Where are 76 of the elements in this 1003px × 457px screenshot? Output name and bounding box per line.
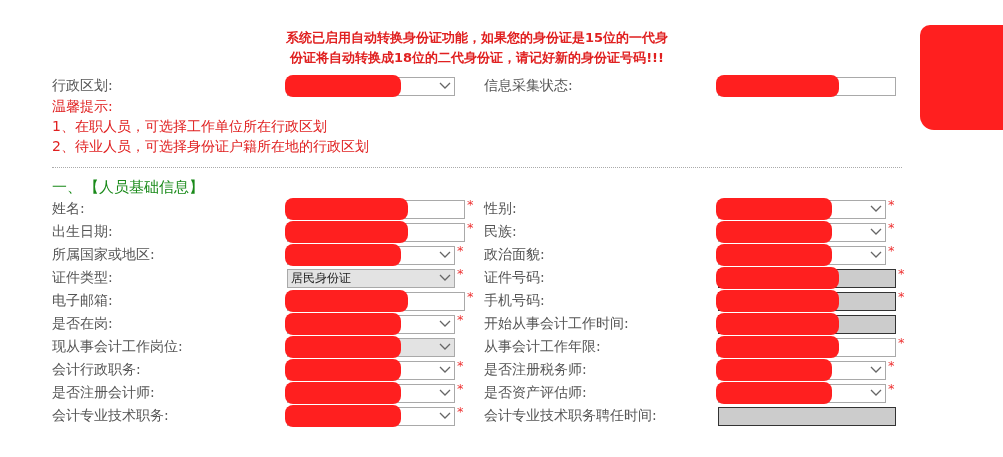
field-label: 信息采集状态: bbox=[484, 77, 574, 95]
field-label: 是否注册会计师: bbox=[52, 384, 156, 402]
chevron-down-icon bbox=[870, 366, 882, 374]
input-field[interactable] bbox=[287, 199, 465, 219]
required-asterisk: * bbox=[457, 245, 464, 257]
field-label: 所属国家或地区: bbox=[52, 246, 156, 264]
required-asterisk: * bbox=[888, 199, 895, 211]
chevron-down-icon bbox=[439, 412, 451, 420]
input-field[interactable] bbox=[287, 291, 465, 311]
dropdown-field[interactable] bbox=[287, 383, 455, 403]
field-label: 性别: bbox=[484, 200, 518, 218]
required-asterisk: * bbox=[457, 406, 464, 418]
chevron-down-icon bbox=[439, 343, 451, 351]
chevron-down-icon bbox=[439, 82, 451, 90]
dropdown-field[interactable] bbox=[287, 314, 455, 334]
dropdown-field[interactable] bbox=[287, 76, 455, 96]
field-label: 证件类型: bbox=[52, 269, 114, 287]
tips-title: 温馨提示: bbox=[52, 97, 113, 116]
field-label: 证件号码: bbox=[484, 269, 546, 287]
required-asterisk: * bbox=[898, 337, 905, 349]
required-asterisk: * bbox=[888, 360, 895, 372]
field-value: 居民身份证 bbox=[291, 269, 352, 287]
field-label: 是否在岗: bbox=[52, 315, 114, 333]
field-label: 会计行政职务: bbox=[52, 361, 142, 379]
input-field[interactable] bbox=[718, 76, 896, 96]
required-asterisk: * bbox=[888, 383, 895, 395]
field-label: 政治面貌: bbox=[484, 246, 546, 264]
dropdown-field[interactable] bbox=[718, 360, 886, 380]
input-field[interactable] bbox=[718, 337, 896, 357]
chevron-down-icon bbox=[870, 251, 882, 259]
required-asterisk: * bbox=[898, 291, 905, 303]
field-label: 民族: bbox=[484, 223, 518, 241]
tip-text: 1、在职人员，可选择工作单位所在行政区划 bbox=[52, 117, 327, 136]
chevron-down-icon bbox=[870, 205, 882, 213]
field-label: 手机号码: bbox=[484, 292, 546, 310]
dropdown-field[interactable] bbox=[718, 245, 886, 265]
dropdown-field[interactable] bbox=[718, 383, 886, 403]
input-field[interactable] bbox=[287, 222, 465, 242]
field-label: 开始从事会计工作时间: bbox=[484, 315, 630, 333]
field-label: 电子邮箱: bbox=[52, 292, 114, 310]
chevron-down-icon bbox=[870, 228, 882, 236]
field-label: 行政区划: bbox=[52, 77, 114, 95]
dropdown-field[interactable] bbox=[287, 245, 455, 265]
chevron-down-icon bbox=[439, 320, 451, 328]
required-asterisk: * bbox=[467, 222, 474, 234]
field-label: 是否注册税务师: bbox=[484, 361, 588, 379]
field-label: 从事会计工作年限: bbox=[484, 338, 602, 356]
required-asterisk: * bbox=[888, 245, 895, 257]
dropdown-field[interactable] bbox=[718, 199, 886, 219]
required-asterisk: * bbox=[898, 268, 905, 280]
required-asterisk: * bbox=[888, 222, 895, 234]
chevron-down-icon bbox=[439, 389, 451, 397]
field-label: 现从事会计工作岗位: bbox=[52, 338, 184, 356]
required-asterisk: * bbox=[457, 314, 464, 326]
dropdown-field[interactable] bbox=[287, 360, 455, 380]
required-asterisk: * bbox=[467, 199, 474, 211]
tip-text: 2、待业人员，可选择身份证户籍所在地的行政区划 bbox=[52, 137, 369, 156]
field-label: 出生日期: bbox=[52, 223, 114, 241]
chevron-down-icon bbox=[870, 389, 882, 397]
notice-text: 份证将自动转换成18位的二代身份证，请记好新的身份证号码!!! bbox=[290, 49, 664, 67]
required-asterisk: * bbox=[467, 291, 474, 303]
chevron-down-icon bbox=[439, 366, 451, 374]
chevron-down-icon bbox=[439, 274, 451, 282]
field-label: 姓名: bbox=[52, 200, 86, 218]
dropdown-field[interactable] bbox=[287, 406, 455, 426]
dropdown-field[interactable] bbox=[718, 222, 886, 242]
required-asterisk: * bbox=[457, 360, 464, 372]
field-label: 是否资产评估师: bbox=[484, 384, 588, 402]
required-asterisk: * bbox=[457, 383, 464, 395]
required-asterisk: * bbox=[457, 268, 464, 280]
chevron-down-icon bbox=[439, 251, 451, 259]
field-label: 会计专业技术职务聘任时间: bbox=[484, 407, 658, 425]
notice-text: 系统已启用自动转换身份证功能，如果您的身份证是15位的一代身 bbox=[285, 29, 669, 47]
section-title: 【人员基础信息】 bbox=[84, 178, 204, 197]
field-label: 会计专业技术职务: bbox=[52, 407, 170, 425]
section-number: 一、 bbox=[52, 178, 82, 197]
